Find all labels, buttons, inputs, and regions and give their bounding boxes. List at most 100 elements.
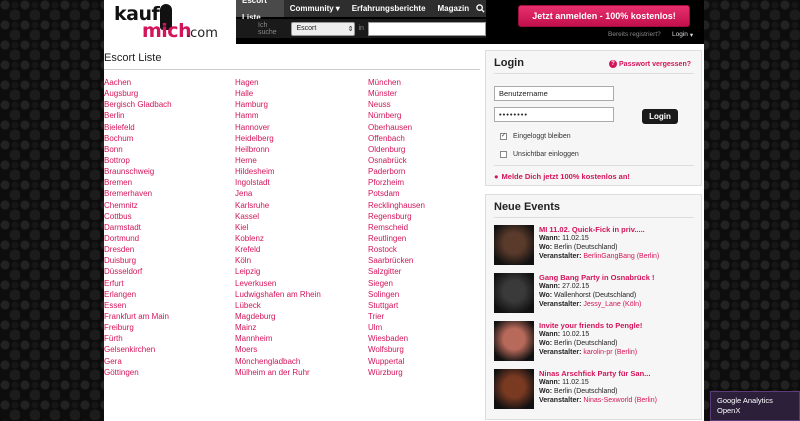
city-link[interactable]: Bielefeld	[104, 122, 172, 133]
city-link[interactable]: Frankfurt am Main	[104, 311, 172, 322]
city-link[interactable]: Remscheid	[368, 222, 425, 233]
search-location-input[interactable]	[367, 21, 486, 36]
site-logo[interactable]: kauf mich .com	[104, 0, 236, 44]
event-item[interactable]: MI 11.02. Quick-Fick in priv..... Wann: 1…	[494, 225, 699, 269]
city-link[interactable]: Dortmund	[104, 233, 172, 244]
city-link[interactable]: Göttingen	[104, 367, 172, 378]
search-icon[interactable]	[475, 0, 486, 17]
city-link[interactable]: Lübeck	[235, 300, 321, 311]
city-link[interactable]: Herne	[235, 155, 321, 166]
event-host-link[interactable]: karolin-pr	[583, 349, 612, 356]
city-link[interactable]: Kassel	[235, 211, 321, 222]
city-link[interactable]: Ludwigshafen am Rhein	[235, 289, 321, 300]
city-link[interactable]: Potsdam	[368, 188, 425, 199]
event-item[interactable]: Gang Bang Party in Osnabrück ! Wann: 27.0…	[494, 273, 699, 317]
city-link[interactable]: Köln	[235, 255, 321, 266]
city-link[interactable]: Wolfsburg	[368, 344, 425, 355]
city-link[interactable]: Augsburg	[104, 88, 172, 99]
nav-escort-liste[interactable]: Escort Liste	[236, 0, 284, 22]
login-button[interactable]: Login	[642, 109, 678, 124]
event-title[interactable]: Gang Bang Party in Osnabrück !	[539, 273, 654, 282]
city-link[interactable]: München	[368, 77, 425, 88]
nav-magazin[interactable]: Magazin	[432, 0, 476, 17]
event-title[interactable]: MI 11.02. Quick-Fick in priv.....	[539, 225, 645, 234]
event-host-link[interactable]: Jessy_Lane	[583, 301, 620, 308]
event-host-link[interactable]: Ninas-Sexworld	[583, 397, 632, 404]
city-link[interactable]: Gera	[104, 356, 172, 367]
city-link[interactable]: Leipzig	[235, 266, 321, 277]
city-link[interactable]: Ulm	[368, 322, 425, 333]
city-link[interactable]: Essen	[104, 300, 172, 311]
city-link[interactable]: Cottbus	[104, 211, 172, 222]
city-link[interactable]: Dresden	[104, 244, 172, 255]
city-link[interactable]: Stuttgart	[368, 300, 425, 311]
signup-button[interactable]: Jetzt anmelden - 100% kostenlos!	[518, 5, 690, 27]
city-link[interactable]: Aachen	[104, 77, 172, 88]
city-link[interactable]: Düsseldorf	[104, 266, 172, 277]
city-link[interactable]: Pforzheim	[368, 177, 425, 188]
city-link[interactable]: Koblenz	[235, 233, 321, 244]
forgot-password-link[interactable]: ? Passwort vergessen?	[609, 60, 691, 68]
city-link[interactable]: Salzgitter	[368, 266, 425, 277]
city-link[interactable]: Bremerhaven	[104, 188, 172, 199]
city-link[interactable]: Paderborn	[368, 166, 425, 177]
city-link[interactable]: Mainz	[235, 322, 321, 333]
city-link[interactable]: Wiesbaden	[368, 333, 425, 344]
city-link[interactable]: Würzburg	[368, 367, 425, 378]
city-link[interactable]: Nürnberg	[368, 110, 425, 121]
city-link[interactable]: Trier	[368, 311, 425, 322]
nav-community[interactable]: Community ▾	[284, 0, 346, 17]
header-login-link[interactable]: Login ▾	[672, 31, 693, 39]
city-link[interactable]: Mülheim an der Ruhr	[235, 367, 321, 378]
city-link[interactable]: Offenbach	[368, 133, 425, 144]
event-title[interactable]: Ninas Arschfick Party für San...	[539, 369, 650, 378]
city-link[interactable]: Gelsenkirchen	[104, 344, 172, 355]
city-link[interactable]: Osnabrück	[368, 155, 425, 166]
event-title[interactable]: Invite your friends to Pengle!	[539, 321, 642, 330]
city-link[interactable]: Bochum	[104, 133, 172, 144]
city-link[interactable]: Reutlingen	[368, 233, 425, 244]
city-link[interactable]: Bonn	[104, 144, 172, 155]
city-link[interactable]: Oberhausen	[368, 122, 425, 133]
city-link[interactable]: Mönchengladbach	[235, 356, 321, 367]
city-link[interactable]: Halle	[235, 88, 321, 99]
password-field[interactable]: ••••••••	[494, 107, 614, 122]
city-link[interactable]: Hagen	[235, 77, 321, 88]
city-link[interactable]: Hamburg	[235, 99, 321, 110]
event-thumbnail[interactable]	[494, 369, 534, 409]
city-link[interactable]: Neuss	[368, 99, 425, 110]
city-link[interactable]: Oldenburg	[368, 144, 425, 155]
city-link[interactable]: Heidelberg	[235, 133, 321, 144]
remember-me-checkbox[interactable]: ✓ Eingeloggt bleiben	[500, 133, 571, 140]
city-link[interactable]: Krefeld	[235, 244, 321, 255]
city-link[interactable]: Magdeburg	[235, 311, 321, 322]
city-link[interactable]: Hildesheim	[235, 166, 321, 177]
city-link[interactable]: Erlangen	[104, 289, 172, 300]
city-link[interactable]: Kiel	[235, 222, 321, 233]
city-link[interactable]: Freiburg	[104, 322, 172, 333]
city-link[interactable]: Chemnitz	[104, 200, 172, 211]
city-link[interactable]: Berlin	[104, 110, 172, 121]
city-link[interactable]: Regensburg	[368, 211, 425, 222]
city-link[interactable]: Wuppertal	[368, 356, 425, 367]
city-link[interactable]: Saarbrücken	[368, 255, 425, 266]
city-link[interactable]: Leverkusen	[235, 278, 321, 289]
event-host-link[interactable]: BerlinGangBang	[583, 253, 634, 260]
city-link[interactable]: Karlsruhe	[235, 200, 321, 211]
city-link[interactable]: Jena	[235, 188, 321, 199]
city-link[interactable]: Braunschweig	[104, 166, 172, 177]
city-link[interactable]: Ingolstadt	[235, 177, 321, 188]
city-link[interactable]: Darmstadt	[104, 222, 172, 233]
username-field[interactable]: Benutzername	[494, 86, 614, 101]
city-link[interactable]: Münster	[368, 88, 425, 99]
city-link[interactable]: Mannheim	[235, 333, 321, 344]
city-link[interactable]: Hamm	[235, 110, 321, 121]
city-link[interactable]: Solingen	[368, 289, 425, 300]
city-link[interactable]: Duisburg	[104, 255, 172, 266]
event-thumbnail[interactable]	[494, 225, 534, 265]
register-link[interactable]: ● Melde Dich jetzt 100% kostenlos an!	[494, 172, 630, 181]
city-link[interactable]: Recklinghausen	[368, 200, 425, 211]
city-link[interactable]: Moers	[235, 344, 321, 355]
city-link[interactable]: Hannover	[235, 122, 321, 133]
city-link[interactable]: Fürth	[104, 333, 172, 344]
